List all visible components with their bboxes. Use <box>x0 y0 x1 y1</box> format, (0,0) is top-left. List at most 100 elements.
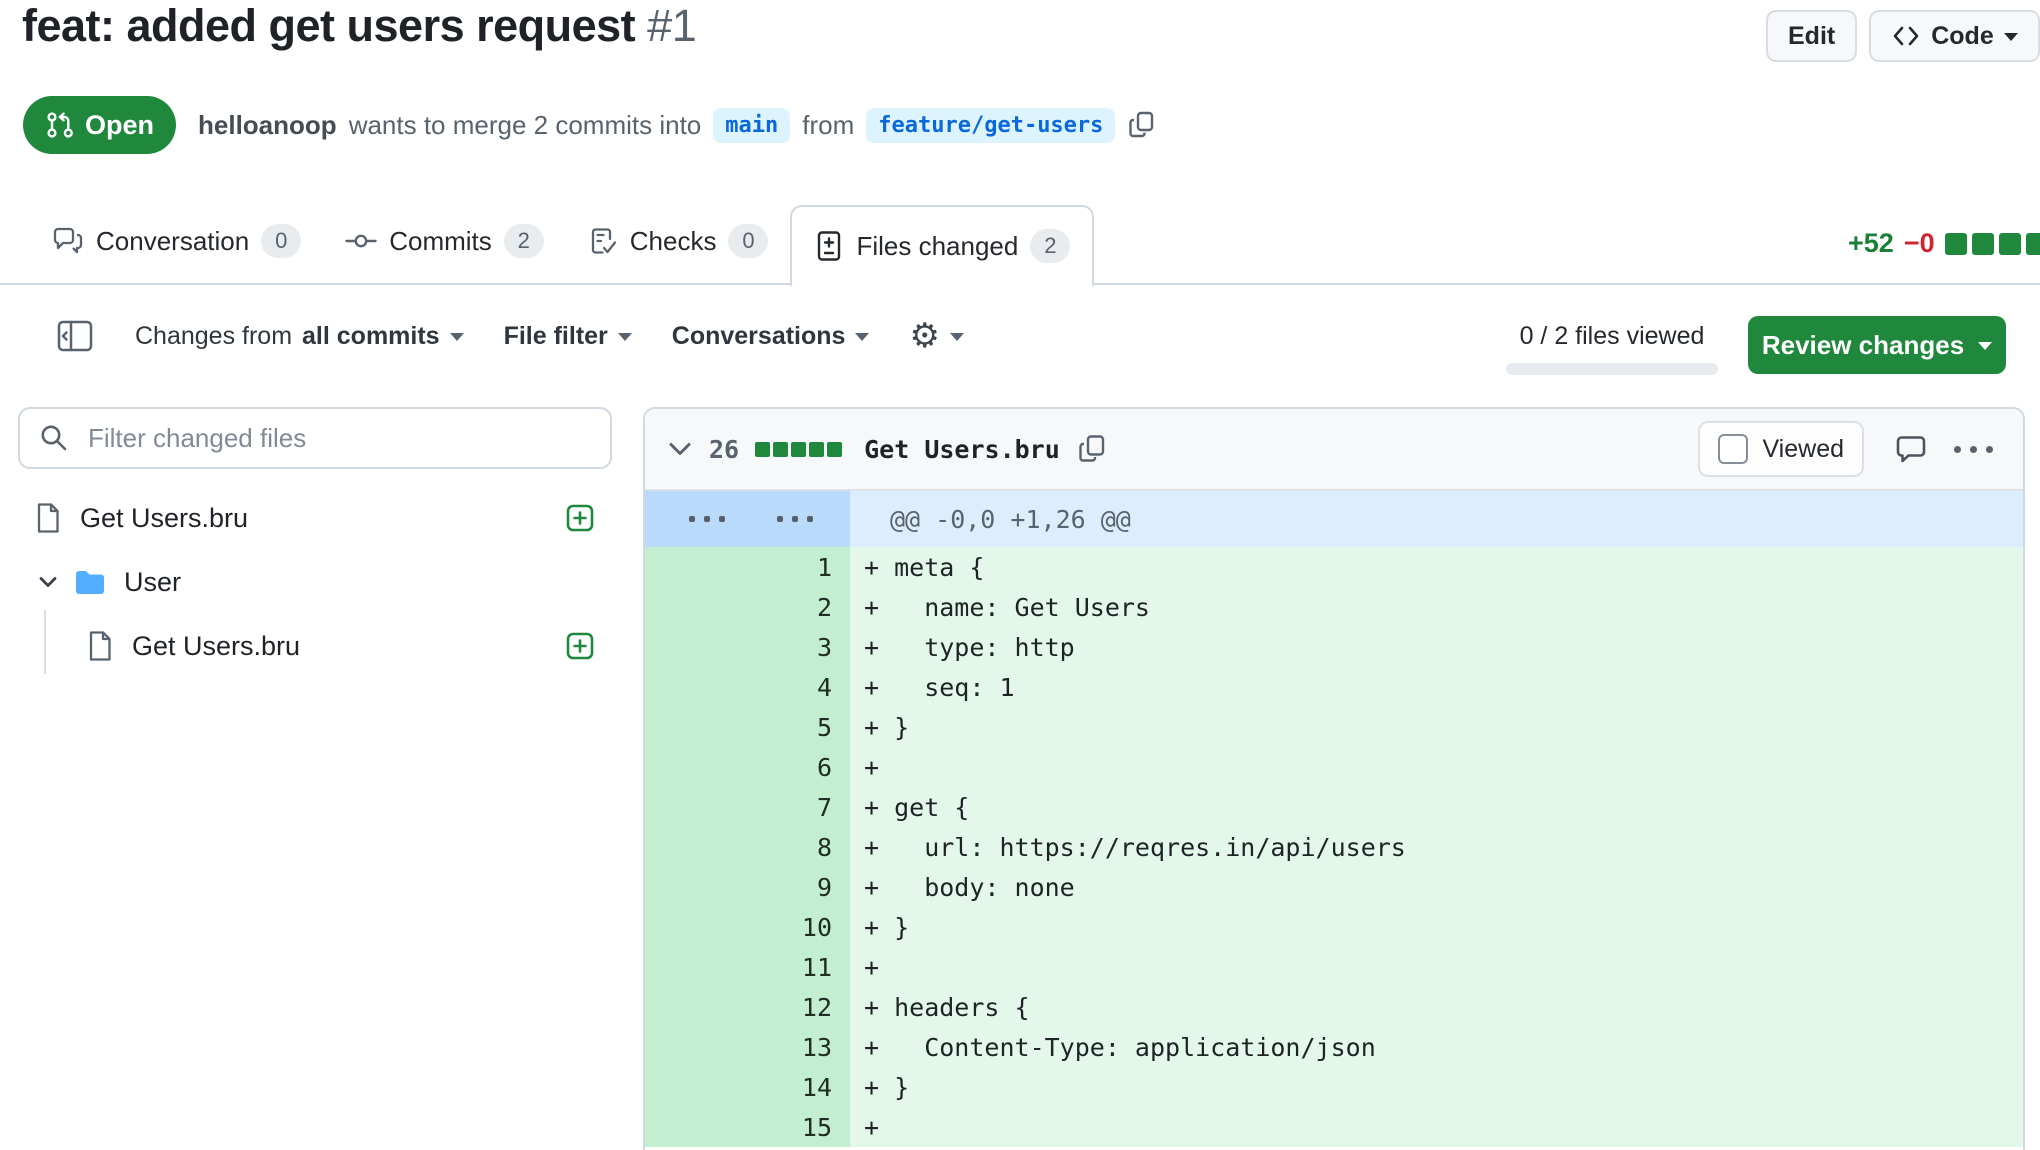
diff-line-number[interactable]: 10 <box>645 907 850 947</box>
diff-line-code: + meta { <box>850 547 2023 587</box>
file-diff-icon <box>814 230 844 262</box>
file-icon <box>34 502 62 534</box>
diff-line-code: + type: http <box>850 627 2023 667</box>
diff-line: 3+ type: http <box>645 627 2023 667</box>
tab-commits[interactable]: Commits 2 <box>323 197 566 285</box>
review-changes-button[interactable]: Review changes <box>1748 316 2006 374</box>
diff-line: 12+ headers { <box>645 987 2023 1027</box>
diffstat-block <box>755 442 770 457</box>
viewed-toggle-button[interactable]: Viewed <box>1698 421 1864 477</box>
tab-files-changed[interactable]: Files changed 2 <box>790 205 1094 287</box>
diff-line-number[interactable]: 11 <box>645 947 850 987</box>
chevron-down-icon <box>2004 33 2018 48</box>
diff-line-number[interactable]: 12 <box>645 987 850 1027</box>
byline-text: helloanoop wants to merge 2 commits into… <box>198 108 1157 143</box>
diff-line-number[interactable]: 9 <box>645 867 850 907</box>
copy-filename-icon[interactable] <box>1076 433 1108 465</box>
byline-from: from <box>802 110 854 141</box>
diff-line: 14+ } <box>645 1067 2023 1107</box>
diff-options-kebab-icon[interactable] <box>1946 446 2001 453</box>
diff-line-number[interactable]: 13 <box>645 1027 850 1067</box>
diffstat-block <box>791 442 806 457</box>
diff-line: 6+ <box>645 747 2023 787</box>
diff-line-number[interactable]: 8 <box>645 827 850 867</box>
pr-number: #1 <box>647 0 696 51</box>
diff-line-number[interactable]: 3 <box>645 627 850 667</box>
diff-line: 8+ url: https://reqres.in/api/users <box>645 827 2023 867</box>
status-badge-label: Open <box>85 110 154 141</box>
code-button[interactable]: Code <box>1869 10 2040 62</box>
diff-line-number[interactable]: 15 <box>645 1107 850 1147</box>
pr-title-text: feat: added get users request <box>22 0 635 51</box>
collapse-diff-chevron-icon[interactable] <box>667 438 693 460</box>
conversations-dropdown[interactable]: Conversations <box>672 322 870 351</box>
diffstat-block <box>773 442 788 457</box>
author-link[interactable]: helloanoop <box>198 110 337 141</box>
files-viewed-progress: 0 / 2 files viewed <box>1506 322 1718 375</box>
gear-icon: ⚙ <box>909 319 939 353</box>
file-tree-item-user-get-users[interactable]: Get Users.bru <box>18 614 612 678</box>
diff-line-code: + Content-Type: application/json <box>850 1027 2023 1067</box>
changes-from-label: Changes from <box>135 322 292 351</box>
diffstat-block <box>1945 233 1967 255</box>
collapse-file-tree-button[interactable] <box>55 318 95 354</box>
file-filter-label: File filter <box>504 322 608 351</box>
chevron-down-icon <box>855 333 869 348</box>
diff-line-code: + body: none <box>850 867 2023 907</box>
diff-file-diffstat-blocks <box>755 442 842 457</box>
file-tree-folder-user[interactable]: User <box>18 550 612 614</box>
diff-line: 15+ <box>645 1107 2023 1147</box>
tab-checks[interactable]: Checks 0 <box>566 197 791 285</box>
diff-settings-dropdown[interactable]: ⚙ <box>909 319 963 353</box>
diff-line: 4+ seq: 1 <box>645 667 2023 707</box>
diff-line: 1+ meta { <box>645 547 2023 587</box>
tab-conversation-count: 0 <box>261 224 301 258</box>
diff-file-header: 26 Get Users.bru Viewed <box>645 409 2023 491</box>
diff-line-number[interactable]: 14 <box>645 1067 850 1107</box>
expand-diff-gutter[interactable] <box>645 491 850 547</box>
pr-tab-bar: Conversation 0 Commits 2 <box>0 197 2040 285</box>
diff-line-code: + url: https://reqres.in/api/users <box>850 827 2023 867</box>
tab-files-changed-count: 2 <box>1030 229 1070 263</box>
diff-line: 2+ name: Get Users <box>645 587 2023 627</box>
chevron-down-icon <box>1978 342 1992 357</box>
diffstat-block <box>827 442 842 457</box>
diff-line-code: + get { <box>850 787 2023 827</box>
diff-file-panel: 2 6 Get Users.bru Viewed <box>643 407 2025 1150</box>
expand-dots-icon <box>689 516 725 522</box>
file-tree-label: Get Users.bru <box>132 631 565 662</box>
comment-icon[interactable] <box>1894 433 1930 465</box>
edit-button[interactable]: Edit <box>1766 10 1857 62</box>
tab-conversation[interactable]: Conversation 0 <box>30 197 323 285</box>
file-tree-item-get-users[interactable]: Get Users.bru <box>18 486 612 550</box>
conversations-label: Conversations <box>672 322 846 351</box>
chevron-down-icon <box>950 333 964 348</box>
diff-line-number[interactable]: 6 <box>645 747 850 787</box>
chevron-down-icon <box>618 333 632 348</box>
diff-line-number[interactable]: 4 <box>645 667 850 707</box>
head-branch-label[interactable]: feature/get-users <box>866 108 1115 143</box>
diff-line-code: + } <box>850 1067 2023 1107</box>
header-actions: Edit Code <box>1766 10 2040 62</box>
diff-line-number[interactable]: 7 <box>645 787 850 827</box>
viewed-label: Viewed <box>1762 435 1844 464</box>
diff-line-number[interactable]: 5 <box>645 707 850 747</box>
files-toolbar: Changes from all commits File filter Con… <box>55 318 964 354</box>
viewed-checkbox[interactable] <box>1718 434 1748 464</box>
pr-byline: Open helloanoop wants to merge 2 commits… <box>23 96 1157 154</box>
changes-from-dropdown[interactable]: Changes from all commits <box>135 322 464 351</box>
git-commit-icon <box>345 226 377 256</box>
file-added-icon <box>565 631 595 661</box>
diff-line-number[interactable]: 1 <box>645 547 850 587</box>
diff-line-number[interactable]: 2 <box>645 587 850 627</box>
file-filter-dropdown[interactable]: File filter <box>504 322 632 351</box>
diffstat-deletions: −0 <box>1904 228 1935 259</box>
base-branch-label[interactable]: main <box>713 108 790 143</box>
diff-filename[interactable]: Get Users.bru <box>864 435 1060 464</box>
filter-changed-files-input[interactable] <box>86 422 592 455</box>
code-button-label: Code <box>1931 22 1994 51</box>
diffstat-block <box>1999 233 2021 255</box>
folder-icon <box>74 568 106 596</box>
file-icon <box>86 630 114 662</box>
copy-branch-icon[interactable] <box>1127 110 1157 140</box>
